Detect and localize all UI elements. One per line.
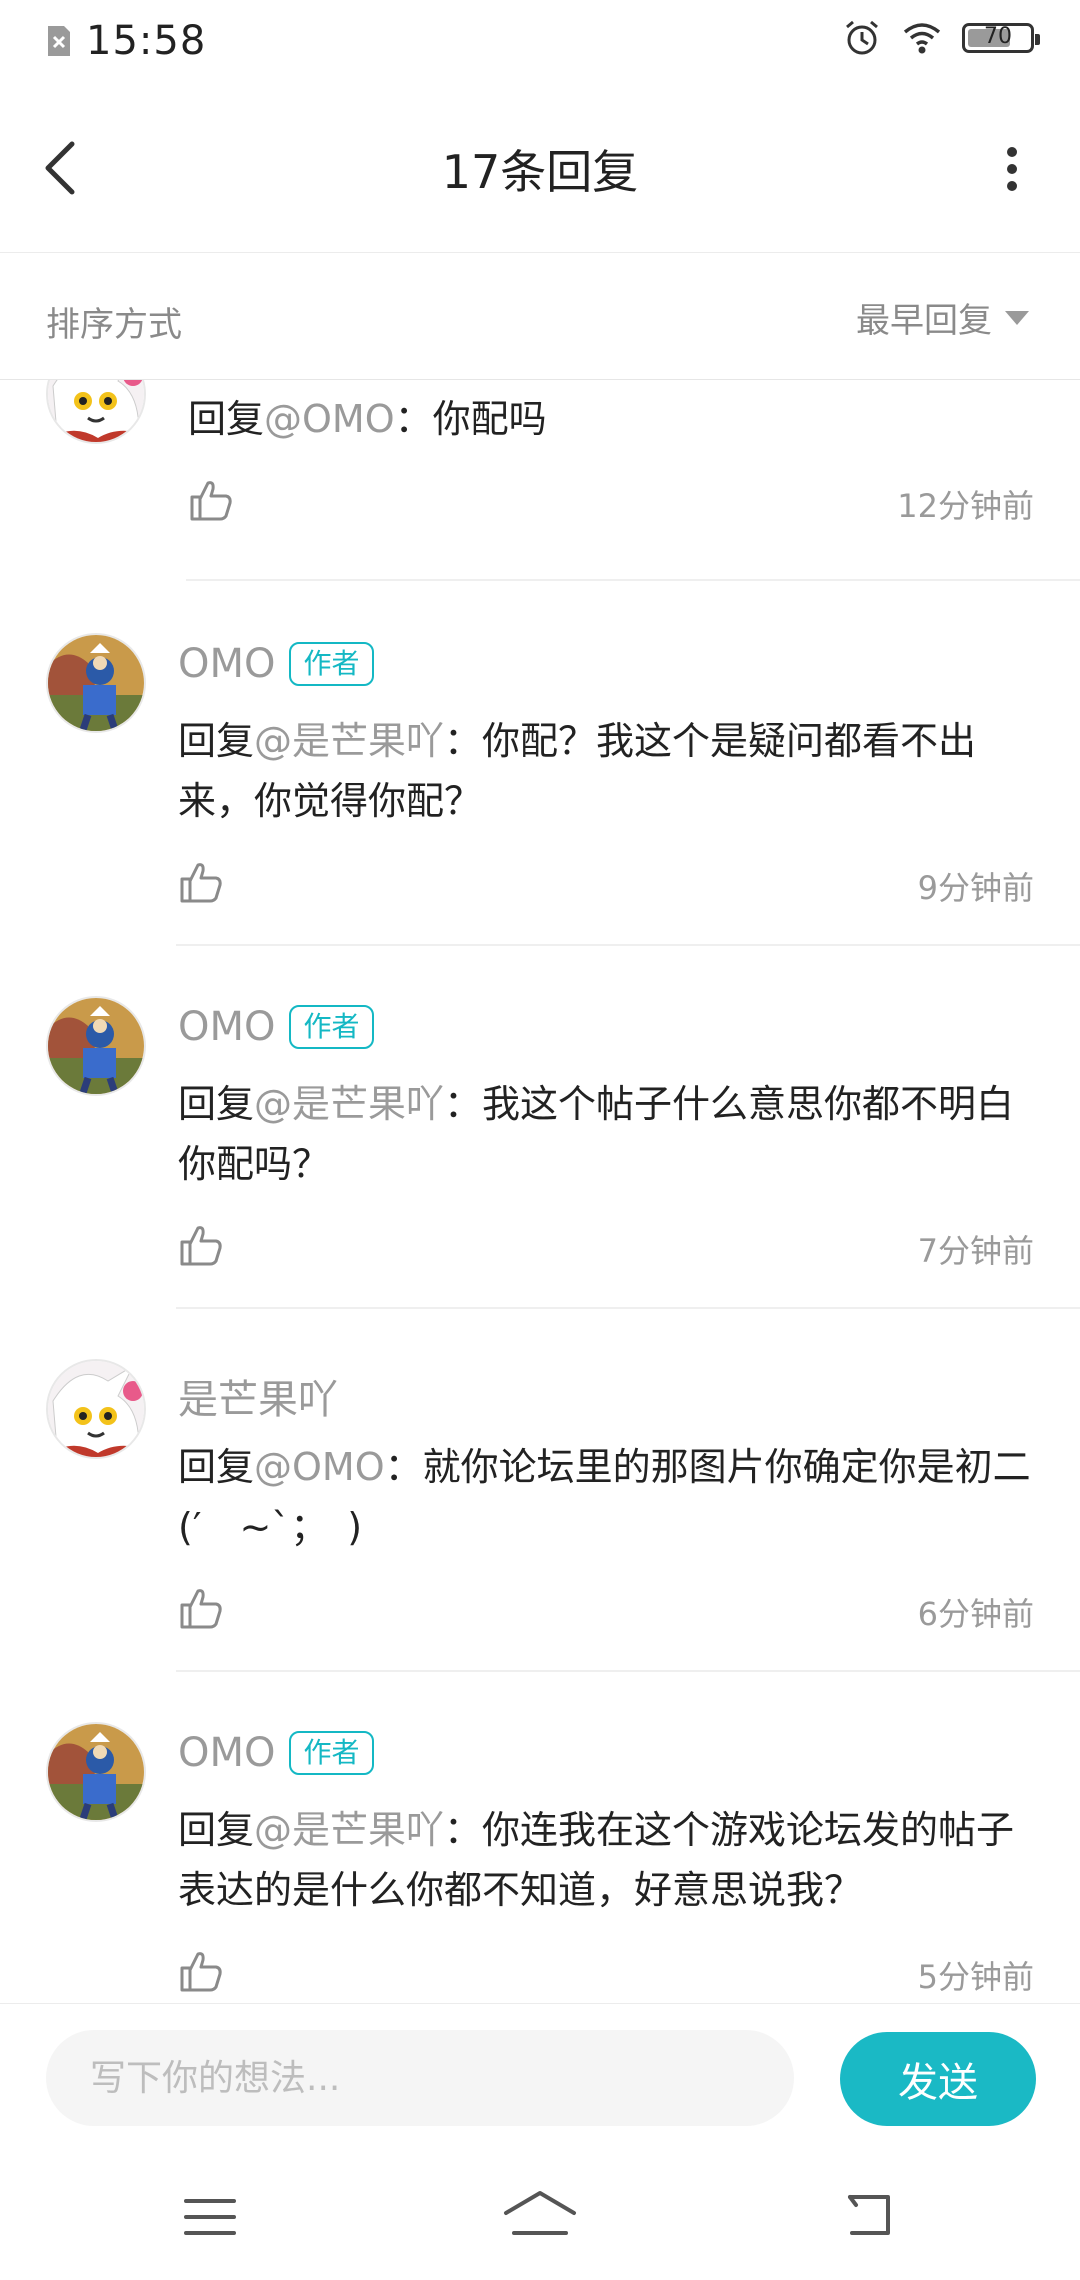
more-options-icon[interactable] (1004, 144, 1020, 194)
sort-bar: 排序方式 最早回复 (0, 253, 1080, 380)
user-avatar[interactable] (46, 1722, 146, 1822)
dropdown-triangle-icon (1005, 310, 1029, 325)
author-row: 是芒果吖 (178, 1367, 338, 1425)
author-name[interactable]: OMO (178, 1004, 275, 1050)
system-nav-bar (0, 2153, 1080, 2280)
reply-item: 是芒果吖 回复@OMO：就你论坛里的那图片你确定你是初二(′ ~`； ) 6分钟… (0, 1309, 1080, 1672)
status-bar: 15:58 70 (0, 0, 1080, 86)
author-name[interactable]: OMO (178, 641, 275, 687)
reply-timestamp: 5分钟前 (917, 1958, 1034, 1996)
author-name[interactable]: 是芒果吖 (178, 1367, 338, 1425)
author-badge: 作者 (289, 642, 374, 686)
battery-tip (1035, 34, 1040, 45)
menu-icon[interactable] (180, 2191, 240, 2243)
sort-order-dropdown[interactable]: 最早回复 (856, 293, 1030, 342)
thumbs-up-icon[interactable] (178, 1585, 224, 1631)
author-badge: 作者 (289, 1731, 374, 1775)
reply-item: OMO 作者 回复@是芒果吖：你配？我这个是疑问都看不出来，你觉得你配？ 9分钟… (0, 583, 1080, 946)
author-row: OMO 作者 (178, 1004, 374, 1050)
top-app-bar: 17条回复 (0, 86, 1080, 253)
user-avatar[interactable] (46, 633, 146, 733)
user-mention[interactable]: @是芒果吖 (254, 1808, 444, 1852)
reply-content: 回复@OMO：你配吗 (188, 397, 547, 441)
reply-item: 回复@OMO：你配吗 12分钟前 (0, 379, 1080, 583)
reply-content: 回复@是芒果吖：你连我在这个游戏论坛发的帖子表达的是什么你都不知道，好意思说我？ (178, 1808, 1015, 1912)
user-mention[interactable]: @OMO (254, 1445, 385, 1489)
thumbs-up-icon[interactable] (188, 477, 234, 523)
reply-divider (186, 579, 1080, 581)
home-icon[interactable] (500, 2187, 580, 2243)
reply-timestamp: 6分钟前 (917, 1595, 1034, 1633)
author-badge: 作者 (289, 1005, 374, 1049)
alarm-icon (846, 20, 878, 55)
reply-content: 回复@是芒果吖：你配？我这个是疑问都看不出来，你觉得你配？ (178, 719, 977, 823)
reply-item: OMO 作者 回复@是芒果吖：你连我在这个游戏论坛发的帖子表达的是什么你都不知道… (0, 1672, 1080, 2003)
sort-label: 排序方式 (46, 305, 182, 345)
send-button[interactable]: 发送 (840, 2032, 1036, 2126)
wifi-icon (903, 23, 941, 54)
reply-content: 回复@OMO：就你论坛里的那图片你确定你是初二(′ ~`； ) (178, 1445, 1031, 1549)
thumbs-up-icon[interactable] (178, 859, 224, 905)
author-row: OMO 作者 (178, 641, 374, 687)
page-title: 17条回复 (441, 145, 639, 199)
user-avatar[interactable] (46, 379, 146, 444)
reply-item: OMO 作者 回复@是芒果吖：我这个帖子什么意思你都不明白你配吗？ 7分钟前 (0, 946, 1080, 1309)
comment-input[interactable] (46, 2030, 794, 2126)
user-mention[interactable]: @是芒果吖 (254, 719, 444, 763)
user-avatar[interactable] (46, 996, 146, 1096)
user-mention[interactable]: @是芒果吖 (254, 1082, 444, 1126)
author-name[interactable]: OMO (178, 1730, 275, 1776)
clock-time: 15:58 (86, 18, 207, 64)
sort-order-value: 最早回复 (856, 301, 992, 341)
thumbs-up-icon[interactable] (178, 1222, 224, 1268)
user-mention[interactable]: @OMO (264, 397, 395, 441)
status-left: 15:58 (46, 18, 206, 64)
thumbs-up-icon[interactable] (178, 1948, 224, 1994)
battery-level-text: 70 (984, 24, 1012, 49)
reply-timestamp: 7分钟前 (917, 1232, 1034, 1270)
reply-content: 回复@是芒果吖：我这个帖子什么意思你都不明白你配吗？ (178, 1082, 1015, 1186)
reply-timestamp: 12分钟前 (897, 487, 1034, 525)
reply-timestamp: 9分钟前 (917, 869, 1034, 907)
no-sim-icon (48, 26, 70, 56)
comment-composer: 发送 (0, 2003, 1080, 2154)
status-right: 70 (842, 18, 1040, 58)
user-avatar[interactable] (46, 1359, 146, 1459)
author-row: OMO 作者 (178, 1730, 374, 1776)
back-icon[interactable] (840, 2189, 896, 2241)
reply-list[interactable]: 回复@OMO：你配吗 12分钟前 OMO 作者 回复@是芒果吖：你配？我这个是疑… (0, 379, 1080, 2003)
battery-indicator: 70 (962, 23, 1040, 53)
